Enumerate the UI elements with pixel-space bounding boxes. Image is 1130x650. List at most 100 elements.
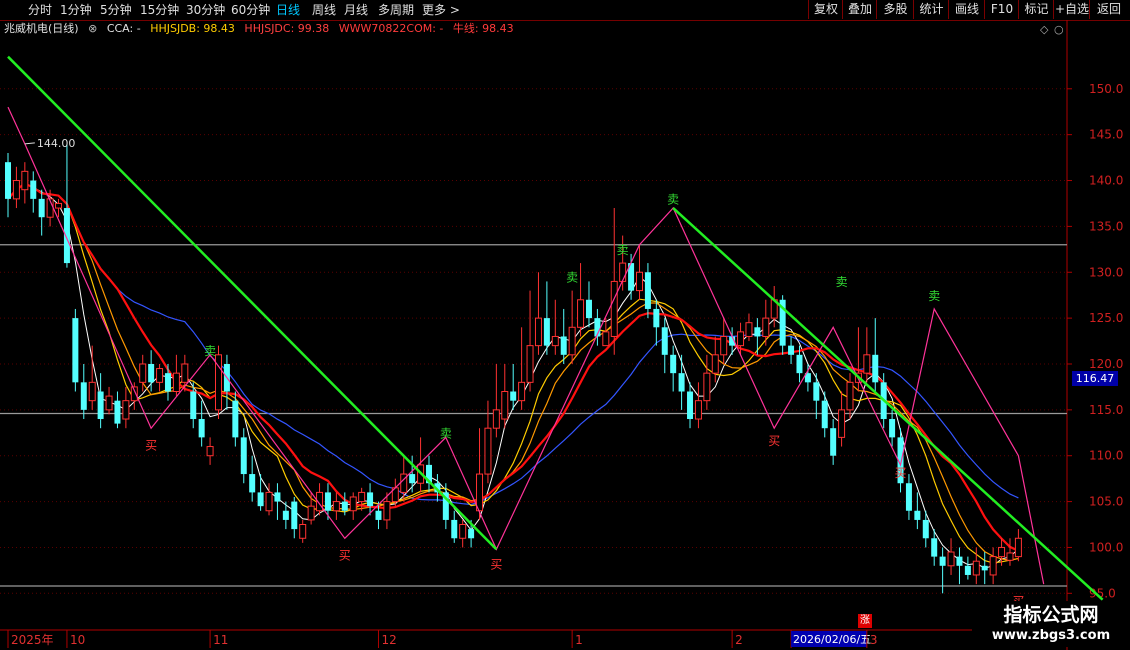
- y-tick-label: 120.0: [1089, 357, 1123, 371]
- candle-body: [105, 395, 113, 411]
- candle-body: [72, 318, 79, 383]
- candle-body: [543, 318, 550, 346]
- candle-body: [846, 381, 854, 411]
- tab-6[interactable]: 日线: [276, 0, 300, 20]
- trend-line: [672, 207, 1104, 601]
- candle-body: [813, 382, 820, 401]
- candle-body: [383, 501, 391, 521]
- candle-body: [931, 538, 938, 557]
- toolbar-button-2[interactable]: 多股: [876, 0, 914, 19]
- buy-marker: 买: [895, 466, 907, 480]
- candle-body: [501, 391, 509, 420]
- candle-body: [88, 381, 96, 402]
- tab-9[interactable]: 多周期: [378, 0, 414, 20]
- tab-2[interactable]: 5分钟: [100, 0, 132, 20]
- candle-body: [788, 345, 795, 355]
- toolbar-button-0[interactable]: 复权: [808, 0, 843, 19]
- candle-body: [206, 446, 214, 457]
- candle-body: [905, 483, 912, 511]
- candle-body: [922, 519, 929, 539]
- candle-body: [670, 354, 677, 374]
- watermark-url: www.zbgs3.com: [972, 627, 1130, 647]
- max-label: 144.00: [37, 137, 75, 150]
- tab-1[interactable]: 1分钟: [60, 0, 92, 20]
- tab-5[interactable]: 60分钟: [231, 0, 270, 20]
- period-toolbar: 分时 1分钟 5分钟 15分钟 30分钟 60分钟 日线 周线 月线 多周期 更多 > 复权 叠加 多股统…: [0, 0, 1130, 21]
- tab-3[interactable]: 15分钟: [140, 0, 179, 20]
- candle-body: [610, 280, 618, 337]
- candle-body: [981, 565, 988, 571]
- sell-marker: 卖: [667, 192, 679, 206]
- sell-marker: 卖: [440, 426, 452, 440]
- tab-10[interactable]: 更多 >: [422, 0, 460, 20]
- candle-body: [375, 510, 382, 520]
- x-tick-label: 11: [213, 633, 228, 647]
- candle-body: [299, 524, 307, 539]
- candle-body: [341, 501, 348, 511]
- zhang-badge: 涨: [858, 614, 872, 628]
- zigzag-line: [7, 106, 1045, 585]
- candle-body: [720, 335, 728, 356]
- sell-marker: 卖: [617, 243, 629, 257]
- toolbar-button-1[interactable]: 叠加: [842, 0, 877, 19]
- y-tick-label: 100.0: [1089, 540, 1123, 554]
- candle-body: [148, 363, 155, 383]
- candle-body: [551, 335, 559, 347]
- candle-body: [602, 331, 610, 347]
- candle-body: [139, 363, 147, 383]
- candle-body: [889, 419, 896, 438]
- toolbar-button-3[interactable]: 统计: [913, 0, 949, 19]
- candle-body: [156, 368, 164, 383]
- candle-body: [754, 327, 761, 337]
- candle-body: [190, 391, 197, 420]
- candle-body: [830, 428, 837, 456]
- toolbar-button-7[interactable]: +自选: [1053, 0, 1090, 19]
- candle-body: [80, 382, 87, 410]
- toolbar-button-6[interactable]: 标记: [1018, 0, 1054, 19]
- candle-body: [863, 354, 871, 374]
- candle-body: [30, 180, 37, 199]
- tab-0[interactable]: 分时: [28, 0, 52, 20]
- candle-body: [21, 170, 29, 191]
- candle-body: [172, 372, 180, 393]
- candle-body: [459, 524, 467, 539]
- candle-body: [636, 271, 643, 292]
- candle-body: [332, 501, 340, 512]
- candle-body: [998, 546, 1006, 558]
- candle-body: [694, 400, 702, 420]
- candle-body: [451, 519, 458, 539]
- buy-marker: 买: [339, 548, 351, 562]
- candle-body: [956, 556, 963, 566]
- candle-body: [484, 427, 492, 475]
- candle-body: [265, 491, 273, 512]
- candle-body: [745, 322, 753, 337]
- candle-body: [274, 492, 281, 502]
- candle-body: [282, 510, 289, 520]
- y-tick-label: 150.0: [1089, 82, 1123, 96]
- candle-body: [577, 299, 585, 328]
- candle-body: [249, 474, 256, 493]
- toolbar-button-4[interactable]: 画线: [948, 0, 985, 19]
- x-tick-label: 3: [870, 633, 878, 647]
- y-tick-label: 115.0: [1089, 403, 1123, 417]
- tab-8[interactable]: 月线: [344, 0, 368, 20]
- candle-body: [492, 409, 500, 429]
- tab-4[interactable]: 30分钟: [186, 0, 225, 20]
- x-tick-label: 12: [381, 633, 396, 647]
- y-tick-label: 135.0: [1089, 219, 1123, 233]
- x-tick-label: 2: [735, 633, 743, 647]
- candle-body: [560, 336, 567, 355]
- candle-body: [939, 556, 946, 566]
- tab-7[interactable]: 周线: [312, 0, 336, 20]
- toolbar-button-8[interactable]: 返回: [1089, 0, 1128, 19]
- kline-chart[interactable]: 150.0 145.0 140.0 135.0 130.0 125.0 120.0 115.0…: [0, 20, 1130, 650]
- candle-body: [122, 400, 130, 420]
- candle-body: [568, 326, 576, 356]
- candle-body: [947, 551, 955, 567]
- candle-body: [63, 208, 70, 264]
- candle-body: [367, 492, 374, 507]
- toolbar-button-5[interactable]: F10: [984, 0, 1019, 19]
- candle-body: [534, 317, 542, 347]
- candle-body: [972, 560, 980, 576]
- candle-body: [678, 373, 685, 392]
